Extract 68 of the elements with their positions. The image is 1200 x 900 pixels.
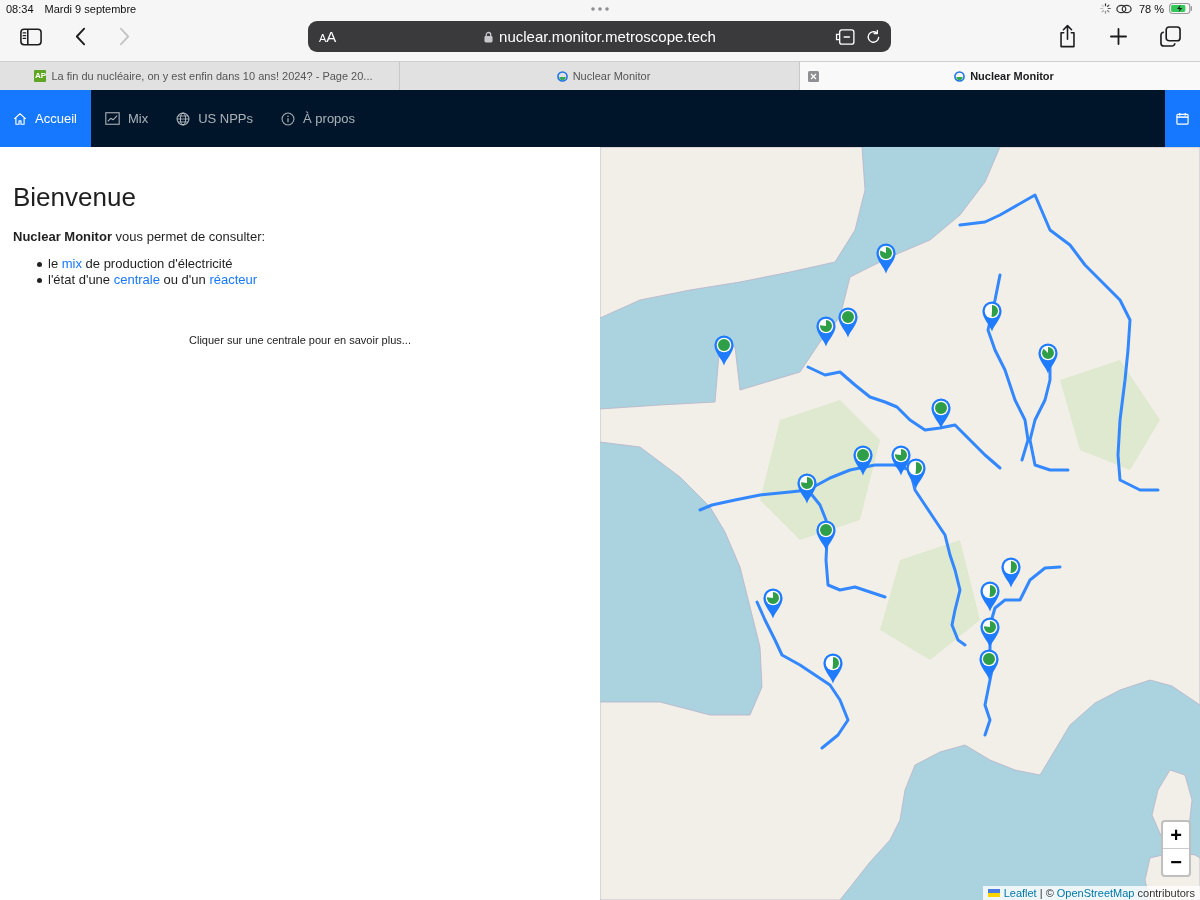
site-logo: AP: [34, 70, 47, 82]
nav-item[interactable]: À propos: [267, 90, 370, 147]
zoom-in-button[interactable]: +: [1163, 822, 1189, 849]
tabs-icon[interactable]: [1160, 25, 1181, 47]
calendar-button[interactable]: [1165, 90, 1200, 147]
browser-tab[interactable]: Nuclear Monitor: [400, 62, 800, 90]
map-pin-icon[interactable]: [931, 398, 951, 429]
map-pin-icon[interactable]: [982, 301, 1002, 332]
line-chart-icon: [104, 112, 120, 125]
map-pin-icon[interactable]: [906, 458, 926, 489]
list-item-text: le mix de production d'électricité: [48, 256, 233, 272]
status-date: Mardi 9 septembre: [44, 2, 137, 15]
url-text: nuclear.monitor.metroscope.tech: [499, 28, 716, 45]
address-bar[interactable]: AA nuclear.monitor.metroscope.tech: [308, 21, 891, 52]
home-icon: [13, 111, 27, 126]
browser-tab[interactable]: AP La fin du nucléaire, on y est enfin dans 10 ans! 2024? - Page 20...: [0, 62, 400, 90]
intro-text: Nuclear Monitor vous permet de consulter:: [13, 228, 267, 246]
site-logo-icon: [954, 70, 966, 82]
share-icon[interactable]: [1058, 24, 1077, 48]
map-pin-icon[interactable]: [980, 617, 1000, 648]
map-pin-icon[interactable]: [816, 520, 836, 551]
page-heading: Bienvenue: [13, 182, 137, 213]
map-pin-icon[interactable]: [714, 335, 734, 366]
map-pin-icon[interactable]: [816, 316, 836, 347]
nav-item[interactable]: Mix: [90, 90, 163, 147]
link-icon: [1115, 3, 1132, 14]
sidebar-icon[interactable]: [20, 27, 42, 46]
spinner-icon: [1099, 3, 1111, 14]
text-format-button[interactable]: AA: [319, 29, 337, 44]
map-pin-icon[interactable]: [979, 649, 999, 680]
nav-item[interactable]: Accueil: [0, 90, 91, 147]
map-pin-icon[interactable]: [763, 588, 783, 619]
back-icon[interactable]: [75, 27, 86, 46]
list-item-text: l'état d'une centrale ou d'un réacteur: [48, 272, 258, 288]
site-logo-icon: [556, 70, 568, 82]
inline-link[interactable]: mix: [61, 256, 82, 271]
attribution-link[interactable]: Leaflet: [987, 886, 1037, 900]
map-pin-icon[interactable]: [853, 445, 873, 476]
battery-icon: [1169, 3, 1193, 14]
map-pin-icon[interactable]: [980, 581, 1000, 612]
lock-icon: [484, 30, 494, 43]
zoom-out-button[interactable]: −: [1163, 849, 1189, 875]
map-pin-icon[interactable]: [823, 653, 843, 684]
map-pin-icon[interactable]: [797, 473, 817, 504]
reload-icon[interactable]: [866, 28, 881, 45]
bullet-icon: [37, 277, 42, 283]
bullet-icon: [37, 261, 42, 267]
dots-icon[interactable]: [590, 6, 609, 11]
hint-text: Cliquer sur une centrale pour en savoir plus...: [188, 333, 412, 347]
map-pin-icon[interactable]: [838, 307, 858, 338]
map-pin-icon[interactable]: [891, 445, 911, 476]
extension-icon[interactable]: [835, 28, 855, 45]
globe-icon: [176, 111, 191, 126]
info-icon: [281, 111, 296, 126]
nav-item[interactable]: US NPPs: [162, 90, 268, 147]
map-attribution: Leaflet | © OpenStreetMap contributors: [982, 886, 1200, 900]
battery-percent: 78 %: [1138, 2, 1164, 15]
calendar-icon: [1176, 112, 1189, 125]
status-time: 08:34: [6, 2, 34, 15]
flag-icon: [987, 889, 1000, 897]
new-tab-icon[interactable]: [1110, 27, 1127, 45]
map-pin-icon[interactable]: [1001, 557, 1021, 588]
map-pin-icon[interactable]: [1038, 343, 1058, 374]
inline-link[interactable]: réacteur: [209, 272, 258, 287]
close-icon[interactable]: [808, 70, 819, 82]
inline-link[interactable]: centrale: [113, 272, 160, 287]
attribution-link[interactable]: OpenStreetMap: [1056, 886, 1135, 900]
map-pin-icon[interactable]: [876, 243, 896, 274]
